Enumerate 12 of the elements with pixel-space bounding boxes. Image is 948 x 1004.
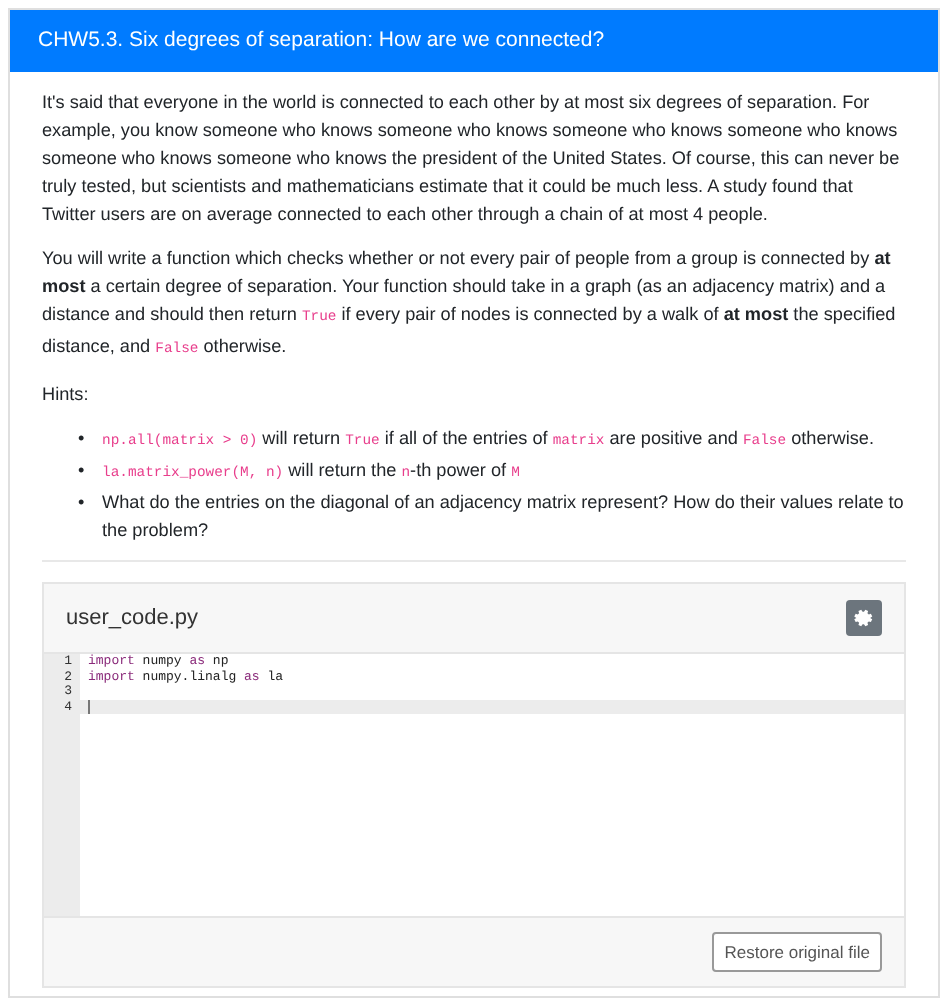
question-title: CHW5.3. Six degrees of separation: How are we connected?	[38, 28, 605, 52]
bullet: •	[78, 490, 87, 516]
restore-button[interactable]: Restore original file	[712, 932, 882, 972]
paragraph: It's said that everyone in the world is connected to each other by at most six degrees of separation. For example, you know someone who knows someone who knows someone who knows someone who knows someone who knows someone who knows the president of the United States. Of course, this can never be truly tested, but scientists and mathematicians estimate that it could be much less. A study found that Twitter users are on average connected to each other through a chain of at most 4 people.	[42, 90, 902, 228]
settings-icon	[854, 608, 874, 628]
file-name: user_code.py	[66, 604, 199, 632]
paragraph: Hints:	[42, 382, 91, 408]
bullet: •	[78, 458, 87, 484]
bullet: •	[78, 426, 87, 452]
hint-item: What do the entries on the diagonal of an adjacency matrix represent? How do their values relate to the problem?	[102, 490, 906, 544]
settings-button[interactable]	[846, 600, 882, 636]
text-cursor	[88, 699, 90, 713]
